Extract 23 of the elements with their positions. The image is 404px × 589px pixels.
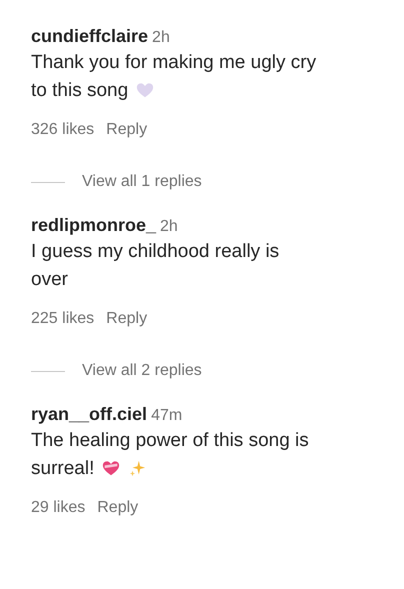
comment-text: The healing power of this song is bbox=[31, 429, 309, 453]
heart-icon bbox=[136, 82, 154, 100]
comment-text: surreal! bbox=[31, 457, 94, 481]
like-count: 225 likes bbox=[31, 310, 94, 328]
comment-text: to this song bbox=[31, 79, 128, 103]
reply-button[interactable]: Reply bbox=[106, 121, 148, 139]
reply-button[interactable]: Reply bbox=[106, 310, 148, 328]
username[interactable]: cundieffclaire bbox=[31, 26, 148, 47]
comment-time: 2h bbox=[160, 218, 178, 236]
heart-icon bbox=[102, 460, 120, 478]
comment-text: I guess my childhood really is bbox=[31, 240, 280, 264]
sparkles-icon bbox=[128, 460, 146, 478]
comment-time: 47m bbox=[151, 407, 182, 425]
comment-text: over bbox=[31, 268, 68, 292]
username[interactable]: ryan__off.ciel bbox=[31, 404, 148, 425]
reply-button[interactable]: Reply bbox=[97, 499, 138, 517]
like-count: 29 likes bbox=[31, 499, 86, 517]
comment-time: 2h bbox=[152, 29, 170, 47]
comment-text: Thank you for making me ugly cry bbox=[31, 51, 316, 75]
view-replies-button[interactable]: View all 1 replies bbox=[82, 173, 202, 191]
like-count: 326 likes bbox=[31, 121, 94, 139]
username[interactable]: redlipmonroe_ bbox=[31, 215, 156, 236]
view-replies-button[interactable]: View all 2 replies bbox=[82, 362, 202, 380]
